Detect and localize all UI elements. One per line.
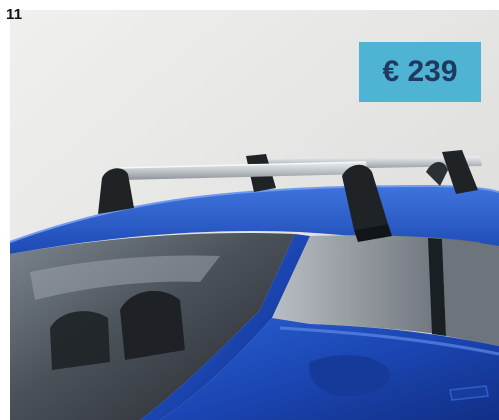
product-card: 11 € 239 <box>0 0 499 420</box>
price-label: € 239 <box>382 55 458 88</box>
item-number: 11 <box>6 6 23 23</box>
price-badge: € 239 <box>359 42 481 102</box>
